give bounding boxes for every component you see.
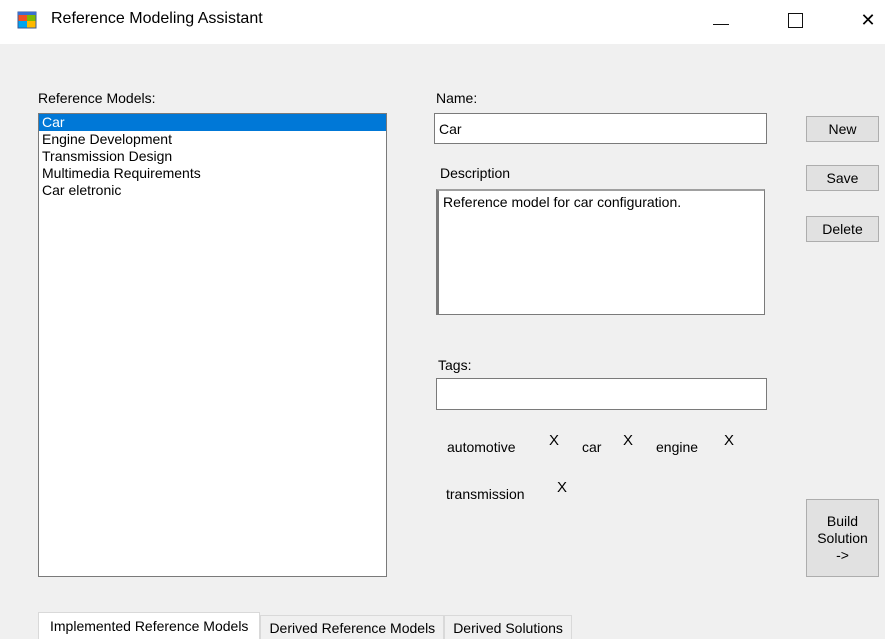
- app-window: Reference Modeling Assistant ✕ Reference…: [0, 0, 885, 639]
- minimize-icon: [713, 23, 729, 25]
- build-solution-label-line1: Build: [826, 512, 859, 529]
- tag-label: car: [582, 439, 602, 455]
- tag-label: engine: [656, 439, 699, 455]
- tab-derived-reference-models[interactable]: Derived Reference Models: [260, 615, 445, 639]
- tab-strip: Implemented Reference Models Derived Ref…: [38, 612, 572, 639]
- tags-label: Tags:: [438, 357, 472, 373]
- tag-label: automotive: [447, 439, 516, 455]
- reference-models-list[interactable]: Car Engine Development Transmission Desi…: [38, 113, 387, 577]
- title-bar[interactable]: Reference Modeling Assistant ✕: [0, 0, 885, 44]
- build-solution-label-line2: Solution: [817, 529, 868, 546]
- name-label: Name:: [436, 90, 478, 106]
- build-solution-arrow: ->: [836, 546, 849, 563]
- minimize-button[interactable]: [698, 0, 744, 40]
- tag-label: transmission: [446, 486, 525, 502]
- maximize-button[interactable]: [772, 0, 818, 40]
- remove-tag-icon[interactable]: X: [549, 433, 559, 449]
- tab-implemented-reference-models[interactable]: Implemented Reference Models: [38, 612, 261, 639]
- list-item-transmission-design[interactable]: Transmission Design: [39, 148, 386, 165]
- window-title: Reference Modeling Assistant: [51, 10, 263, 27]
- list-item-car[interactable]: Car: [39, 114, 386, 131]
- list-item-car-eletronic[interactable]: Car eletronic: [39, 182, 386, 199]
- close-icon: ✕: [860, 9, 876, 30]
- remove-tag-icon[interactable]: X: [623, 433, 633, 449]
- list-item-engine-development[interactable]: Engine Development: [39, 131, 386, 148]
- close-button[interactable]: ✕: [845, 0, 885, 40]
- app-form-icon: [17, 10, 37, 30]
- save-button[interactable]: Save: [806, 165, 879, 191]
- description-textarea[interactable]: Reference model for car configuration.: [436, 189, 765, 315]
- list-item-multimedia-requirements[interactable]: Multimedia Requirements: [39, 165, 386, 182]
- remove-tag-icon[interactable]: X: [557, 480, 567, 496]
- new-button[interactable]: New: [806, 116, 879, 142]
- delete-button[interactable]: Delete: [806, 216, 879, 242]
- description-label: Description: [440, 165, 511, 181]
- maximize-icon: [787, 12, 803, 28]
- tab-derived-solutions[interactable]: Derived Solutions: [444, 615, 572, 639]
- tags-input[interactable]: [436, 378, 767, 410]
- name-input[interactable]: [434, 113, 767, 144]
- reference-models-label: Reference Models:: [38, 90, 156, 106]
- build-solution-button[interactable]: Build Solution ->: [806, 499, 879, 577]
- remove-tag-icon[interactable]: X: [724, 433, 734, 449]
